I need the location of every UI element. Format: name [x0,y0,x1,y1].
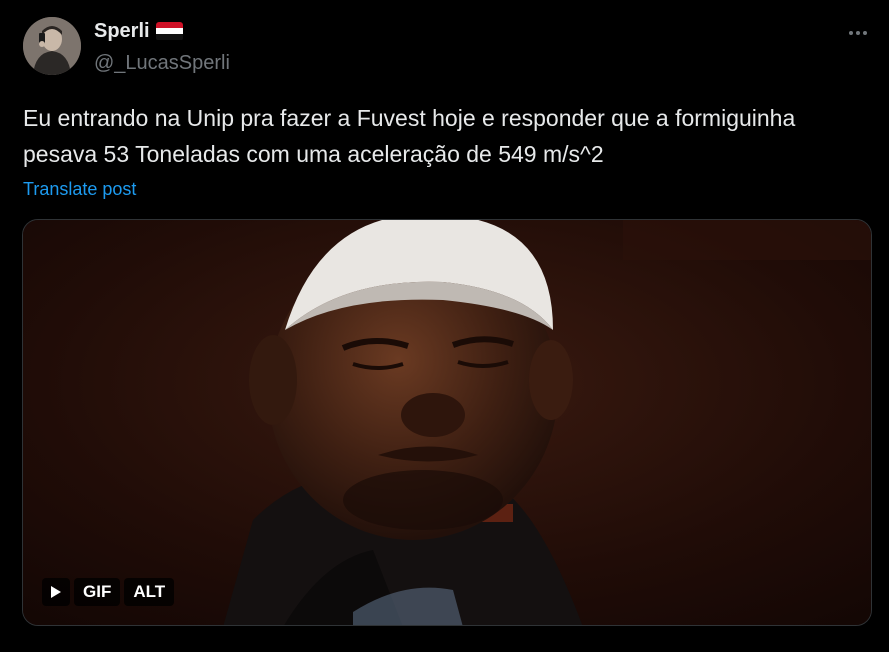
tweet-text: Eu entrando na Unip pra fazer a Fuvest h… [23,105,796,167]
play-icon[interactable] [42,578,70,606]
translate-post-link[interactable]: Translate post [23,177,136,201]
alt-badge[interactable]: ALT [124,578,175,606]
more-horizontal-icon[interactable] [843,22,873,44]
avatar-image [23,17,81,75]
tweet: Sperli @_LucasSperli Eu entrando na Unip… [0,0,889,652]
gif-media[interactable] [22,219,872,626]
avatar[interactable] [23,17,81,75]
egypt-flag-icon [155,21,183,41]
user-handle[interactable]: @_LucasSperli [94,51,230,75]
display-name[interactable]: Sperli [94,19,150,43]
author-name-row: Sperli [94,19,183,43]
gif-frame-image [23,220,871,625]
gif-badge[interactable]: GIF [74,578,121,606]
gif-controls: GIF ALT [42,578,175,606]
